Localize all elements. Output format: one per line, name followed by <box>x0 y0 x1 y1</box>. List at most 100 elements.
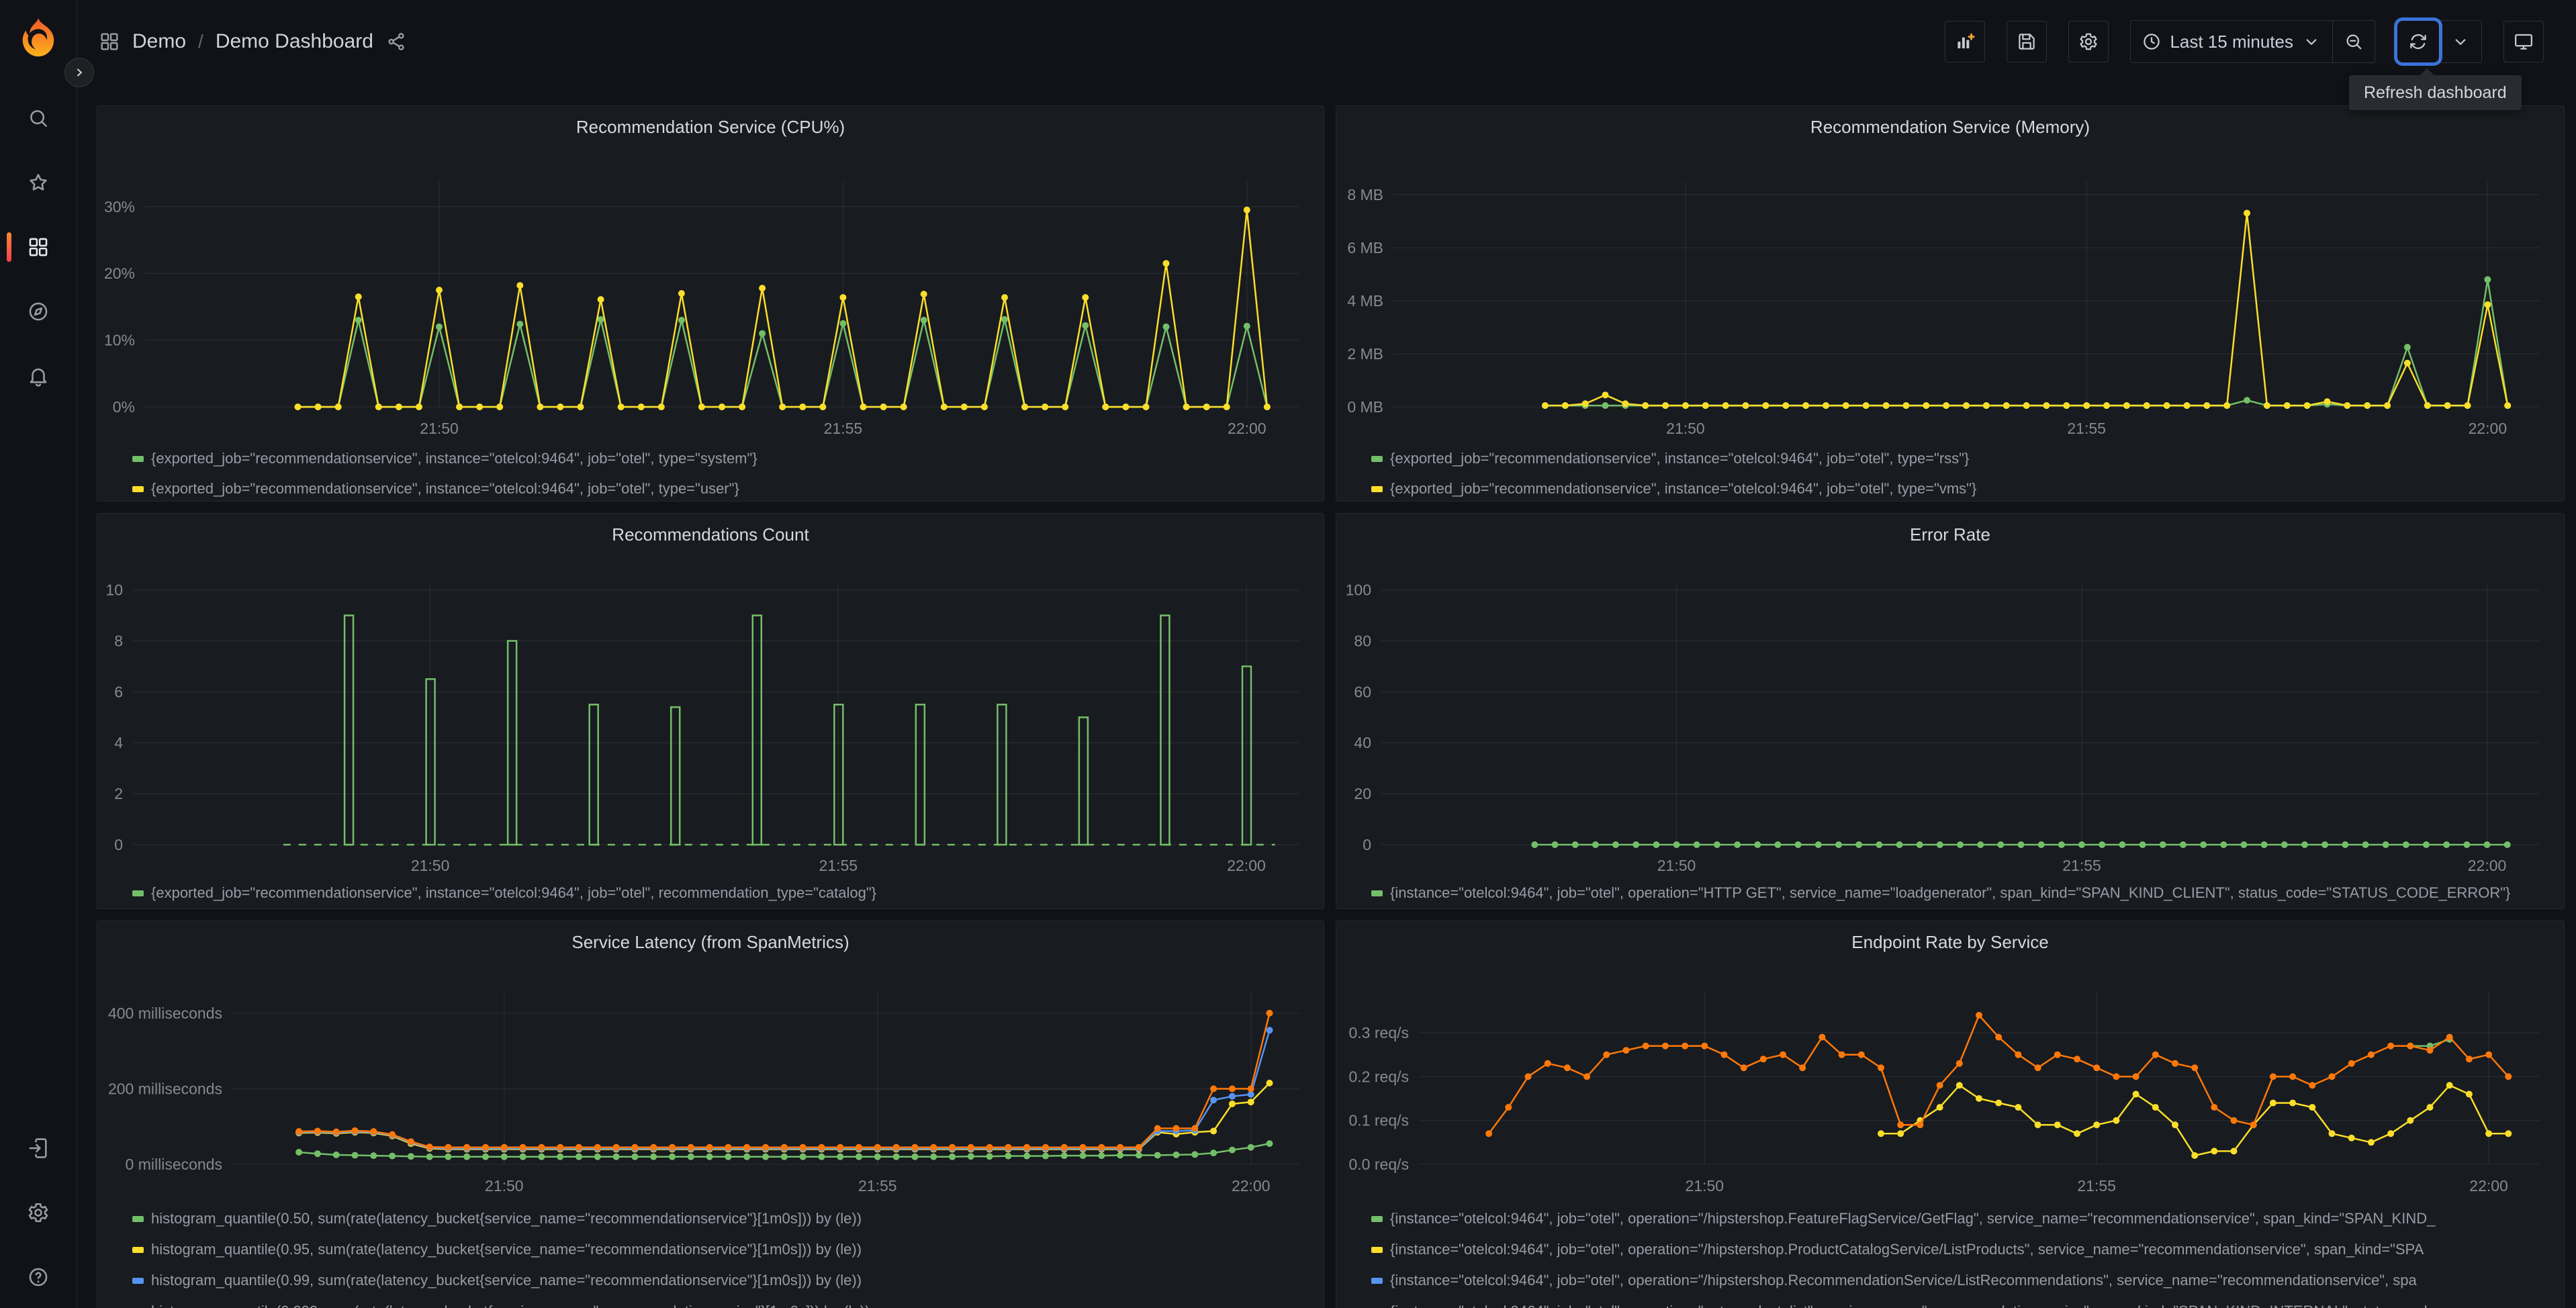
legend-swatch <box>1371 1246 1383 1253</box>
legend-item[interactable]: {exported_job="recommendationservice", i… <box>132 480 1314 498</box>
panel-endpoint-rate: Endpoint Rate by Service 0.0 req/s 0.1 re… <box>1336 921 2565 1308</box>
svg-text:22:00: 22:00 <box>2469 1177 2508 1195</box>
share-icon[interactable] <box>385 31 407 52</box>
legend-swatch <box>1371 890 1383 896</box>
clock-icon <box>2144 34 2160 50</box>
legend-swatch <box>132 1277 144 1284</box>
svg-text:10%: 10% <box>104 332 135 349</box>
legend-item[interactable]: {instance="otelcol:9464", job="otel", op… <box>1371 1303 2555 1308</box>
breadcrumb-separator: / <box>198 31 203 52</box>
breadcrumb-page[interactable]: Demo Dashboard <box>216 30 373 53</box>
svg-text:21:50: 21:50 <box>1666 420 1705 437</box>
legend-item[interactable]: histogram_quantile(0.50, sum(rate(latenc… <box>132 1210 1314 1227</box>
panel-legend: {instance="otelcol:9464", job="otel", op… <box>1371 884 2555 908</box>
sidebar-item-alerting[interactable] <box>0 364 77 388</box>
legend-label: {exported_job="recommendationservice", i… <box>1390 450 1970 467</box>
kiosk-mode-button[interactable] <box>2503 21 2544 62</box>
add-panel-button[interactable] <box>1945 21 1986 62</box>
svg-text:200 milliseconds: 200 milliseconds <box>108 1080 222 1097</box>
dashboards-grid-icon <box>29 238 48 256</box>
legend-label: {instance="otelcol:9464", job="otel", op… <box>1390 1272 2417 1289</box>
sidebar-item-help[interactable] <box>0 1265 77 1289</box>
compass-icon <box>29 302 48 321</box>
sidebar-item-settings[interactable] <box>0 1201 77 1225</box>
legend-item[interactable]: {exported_job="recommendationservice", i… <box>132 450 1314 467</box>
svg-text:22:00: 22:00 <box>1228 420 1267 437</box>
time-series-chart[interactable]: 0 2 4 6 8 10 21:50 21:55 22:00 <box>97 514 1324 908</box>
time-series-chart[interactable]: 0 MB 2 MB 4 MB 6 MB 8 MB 21:50 21:55 22:00 <box>1336 106 2564 501</box>
zoom-out-button[interactable] <box>2332 21 2375 62</box>
svg-text:2: 2 <box>114 785 123 802</box>
time-range-picker[interactable]: Last 15 minutes <box>2131 21 2332 62</box>
sidebar-item-explore[interactable] <box>0 299 77 324</box>
panel-error-rate: Error Rate 0 20 40 60 80 100 21:50 21:55 22:00 {… <box>1336 513 2565 909</box>
breadcrumb-section[interactable]: Demo <box>132 30 186 53</box>
sidebar-item-starred[interactable] <box>0 171 77 195</box>
svg-text:22:00: 22:00 <box>1227 857 1266 874</box>
panel-title[interactable]: Service Latency (from SpanMetrics) <box>97 932 1324 953</box>
svg-text:0.2 req/s: 0.2 req/s <box>1349 1068 1410 1085</box>
legend-swatch <box>132 890 144 896</box>
panel-title[interactable]: Recommendation Service (CPU%) <box>97 117 1324 138</box>
svg-text:0%: 0% <box>113 398 135 416</box>
legend-item[interactable]: {instance="otelcol:9464", job="otel", op… <box>1371 884 2555 902</box>
legend-item[interactable]: {instance="otelcol:9464", job="otel", op… <box>1371 1241 2555 1258</box>
panel-title[interactable]: Endpoint Rate by Service <box>1336 932 2564 953</box>
svg-text:8: 8 <box>114 632 123 649</box>
legend-item[interactable]: {exported_job="recommendationservice", i… <box>1371 480 2555 498</box>
gear-icon <box>28 1203 48 1223</box>
time-series-chart[interactable]: 0% 10% 20% 30% 21:50 21:55 22:00 <box>97 106 1324 501</box>
svg-text:0.0 req/s: 0.0 req/s <box>1349 1156 1410 1173</box>
chart-canvas: 0 2 4 6 8 10 21:50 21:55 22:00 <box>105 581 1299 874</box>
svg-text:400 milliseconds: 400 milliseconds <box>108 1005 222 1022</box>
legend-item[interactable]: histogram_quantile(0.95, sum(rate(latenc… <box>132 1241 1314 1258</box>
svg-text:6: 6 <box>114 683 123 700</box>
dashboard-settings-button[interactable] <box>2068 21 2109 62</box>
sidebar-item-signin[interactable] <box>0 1136 77 1160</box>
svg-text:100: 100 <box>1346 581 1371 599</box>
legend-label: {instance="otelcol:9464", job="otel", op… <box>1390 1241 2424 1258</box>
svg-text:0: 0 <box>114 836 123 853</box>
panel-legend: {exported_job="recommendationservice", i… <box>132 450 1314 501</box>
time-controls: Last 15 minutes <box>2130 20 2375 63</box>
top-navigation: Demo / Demo Dashboard Last 15 minutes <box>77 0 2576 83</box>
panel-title[interactable]: Error Rate <box>1336 524 2564 545</box>
legend-item[interactable]: {instance="otelcol:9464", job="otel", op… <box>1371 1272 2555 1289</box>
save-icon <box>2019 34 2035 50</box>
svg-text:22:00: 22:00 <box>1232 1177 1271 1195</box>
time-series-chart[interactable]: 0 20 40 60 80 100 21:50 21:55 22:00 <box>1336 514 2564 908</box>
refresh-button[interactable] <box>2397 21 2439 62</box>
bell-icon <box>30 368 47 387</box>
panel-title[interactable]: Recommendation Service (Memory) <box>1336 117 2564 138</box>
panel-title[interactable]: Recommendations Count <box>97 524 1324 545</box>
help-icon <box>29 1268 48 1287</box>
legend-label: histogram_quantile(0.99, sum(rate(latenc… <box>151 1272 862 1289</box>
grafana-logo[interactable] <box>17 16 59 58</box>
chevron-right-icon <box>77 68 82 77</box>
legend-item[interactable]: {exported_job="recommendationservice", i… <box>1371 450 2555 467</box>
legend-label: {instance="otelcol:9464", job="otel", op… <box>1390 884 2511 901</box>
refresh-interval-dropdown[interactable] <box>2439 21 2481 62</box>
sidebar-item-dashboards[interactable] <box>0 232 77 262</box>
legend-item[interactable]: {instance="otelcol:9464", job="otel", op… <box>1371 1210 2555 1227</box>
svg-text:20: 20 <box>1354 785 1371 802</box>
legend-label: histogram_quantile(0.95, sum(rate(latenc… <box>151 1241 862 1258</box>
legend-label: histogram_quantile(0.999, sum(rate(laten… <box>151 1303 870 1308</box>
legend-swatch <box>132 1215 144 1222</box>
sidebar-expand-button[interactable] <box>64 58 94 87</box>
sign-in-icon <box>29 1138 47 1158</box>
svg-text:8 MB: 8 MB <box>1347 186 1383 203</box>
refresh-tooltip-text: Refresh dashboard <box>2364 83 2507 102</box>
legend-item[interactable]: histogram_quantile(0.999, sum(rate(laten… <box>132 1303 1314 1308</box>
svg-text:6 MB: 6 MB <box>1347 239 1383 256</box>
panel-legend: {exported_job="recommendationservice", i… <box>1371 450 2555 501</box>
legend-item[interactable]: histogram_quantile(0.99, sum(rate(latenc… <box>132 1272 1314 1289</box>
legend-item[interactable]: {exported_job="recommendationservice", i… <box>132 884 1314 902</box>
svg-text:21:55: 21:55 <box>819 857 858 874</box>
legend-swatch <box>1371 485 1383 492</box>
svg-text:2 MB: 2 MB <box>1347 345 1383 363</box>
sidebar-item-search[interactable] <box>0 106 77 130</box>
legend-swatch <box>132 485 144 492</box>
save-dashboard-button[interactable] <box>2007 21 2048 62</box>
svg-text:40: 40 <box>1354 734 1371 751</box>
